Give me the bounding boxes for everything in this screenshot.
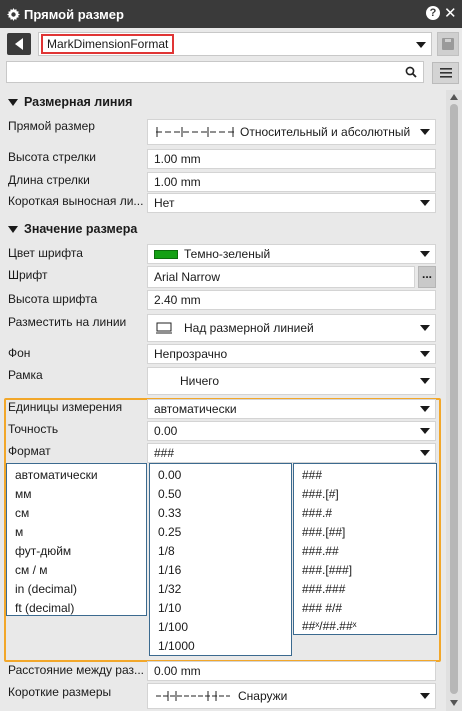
list-item[interactable]: 1/10	[158, 601, 181, 615]
list-item[interactable]: автоматически	[15, 468, 98, 482]
scroll-down-icon	[450, 700, 458, 706]
linear-dim-label: Прямой размер	[8, 119, 95, 133]
save-style-button[interactable]	[437, 32, 459, 56]
list-item[interactable]: фут-дюйм	[15, 544, 71, 558]
list-item[interactable]: м	[15, 525, 23, 539]
chevron-down-icon	[420, 351, 430, 357]
chevron-down-icon	[420, 406, 430, 412]
format-select[interactable]: ###	[147, 443, 436, 463]
search-input[interactable]	[6, 61, 424, 83]
list-item[interactable]: ###.[##]	[302, 525, 345, 539]
distance-input[interactable]: 0.00 mm	[147, 661, 436, 681]
list-item[interactable]: 0.00	[158, 468, 181, 482]
precision-label: Точность	[8, 422, 59, 436]
search-icon	[405, 66, 417, 78]
arrow-height-label: Высота стрелки	[8, 150, 96, 164]
arrow-left-icon	[15, 38, 23, 50]
menu-button[interactable]	[432, 62, 459, 84]
units-label: Единицы измерения	[8, 400, 123, 414]
style-selector[interactable]: MarkDimensionFormat	[38, 32, 432, 56]
chevron-down-icon	[420, 693, 430, 699]
color-swatch	[154, 249, 178, 259]
list-item[interactable]: ft (decimal)	[15, 601, 74, 615]
style-selector-value: MarkDimensionFormat	[41, 34, 175, 54]
short-extension-label: Короткая выносная ли...	[8, 194, 144, 208]
place-on-line-select[interactable]: Над размерной линией	[147, 314, 436, 342]
section-dimension-value[interactable]: Значение размера	[8, 222, 137, 236]
font-label: Шрифт	[8, 268, 48, 282]
short-dimension-icon	[156, 691, 230, 701]
list-item[interactable]: ### #/#	[302, 601, 342, 615]
chevron-down-icon	[420, 251, 430, 257]
precision-select[interactable]: 0.00	[147, 421, 436, 441]
units-list[interactable]: автоматически мм см м фут-дюйм см / м in…	[6, 463, 147, 616]
window-title: Прямой размер	[24, 6, 124, 22]
chevron-down-icon	[420, 450, 430, 456]
scroll-up-icon	[450, 94, 458, 100]
background-select[interactable]: Непрозрачно	[147, 344, 436, 364]
format-list[interactable]: ### ###.[#] ###.# ###.[##] ###.## ###.[#…	[293, 463, 437, 635]
scrollbar[interactable]	[446, 90, 462, 711]
font-input[interactable]: Arial Narrow	[147, 266, 415, 288]
list-item[interactable]: 1/1000	[158, 639, 195, 653]
font-color-label: Цвет шрифта	[8, 246, 83, 260]
list-item[interactable]: 0.33	[158, 506, 181, 520]
list-item[interactable]: ###.###	[302, 582, 345, 596]
section-dimension-line[interactable]: Размерная линия	[8, 95, 132, 109]
collapse-icon	[8, 98, 18, 106]
list-item[interactable]: см / м	[15, 563, 48, 577]
arrow-length-label: Длина стрелки	[8, 173, 90, 187]
place-on-line-label: Разместить на линии	[8, 315, 127, 329]
gear-icon[interactable]	[2, 7, 24, 21]
font-height-input[interactable]: 2.40 mm	[147, 290, 436, 310]
list-item[interactable]: ###.##	[302, 544, 339, 558]
chevron-down-icon	[420, 325, 430, 331]
collapse-icon	[8, 225, 18, 233]
list-item[interactable]: 1/16	[158, 563, 181, 577]
list-item[interactable]: 0.25	[158, 525, 181, 539]
dimension-style-icon	[156, 127, 234, 137]
short-dims-select[interactable]: Снаружи	[147, 683, 436, 709]
list-item[interactable]: см	[15, 506, 29, 520]
list-item[interactable]: ###.#	[302, 506, 332, 520]
list-item[interactable]: 1/100	[158, 620, 188, 634]
list-item[interactable]: in (decimal)	[15, 582, 77, 596]
list-item[interactable]: ###	[302, 468, 322, 482]
font-browse-button[interactable]: ...	[418, 266, 436, 288]
frame-label: Рамка	[8, 368, 43, 382]
list-item[interactable]: 1/32	[158, 582, 181, 596]
background-label: Фон	[8, 346, 31, 360]
font-height-label: Высота шрифта	[8, 292, 98, 306]
units-select[interactable]: автоматически	[147, 399, 436, 419]
scrollbar-thumb[interactable]	[450, 104, 458, 694]
arrow-length-input[interactable]: 1.00 mm	[147, 172, 436, 192]
back-button[interactable]	[7, 33, 31, 55]
chevron-down-icon	[420, 129, 430, 135]
text-above-line-icon	[156, 322, 172, 334]
short-extension-select[interactable]: Нет	[147, 193, 436, 213]
chevron-down-icon	[420, 378, 430, 384]
title-bar: Прямой размер ? ✕	[0, 0, 462, 28]
chevron-down-icon	[416, 42, 426, 48]
arrow-height-input[interactable]: 1.00 mm	[147, 149, 436, 169]
close-icon[interactable]: ✕	[444, 4, 457, 22]
linear-dim-select[interactable]: Относительный и абсолютный	[147, 119, 436, 145]
hamburger-icon	[439, 68, 452, 78]
list-item[interactable]: ###.[#]	[302, 487, 339, 501]
list-item[interactable]: ##ˣ/##.##ˣ	[302, 619, 357, 633]
font-color-select[interactable]: Темно-зеленый	[147, 244, 436, 264]
format-label: Формат	[8, 444, 51, 458]
save-icon	[442, 38, 454, 50]
short-dims-label: Короткие размеры	[8, 685, 112, 699]
precision-list[interactable]: 0.00 0.50 0.33 0.25 1/8 1/16 1/32 1/10 1…	[149, 463, 292, 656]
list-item[interactable]: мм	[15, 487, 32, 501]
chevron-down-icon	[420, 428, 430, 434]
help-icon[interactable]: ?	[426, 6, 440, 20]
chevron-down-icon	[420, 200, 430, 206]
list-item[interactable]: 1/8	[158, 544, 175, 558]
list-item[interactable]: 0.50	[158, 487, 181, 501]
list-item[interactable]: ###.[###]	[302, 563, 352, 577]
frame-select[interactable]: Ничего	[147, 367, 436, 395]
distance-label: Расстояние между раз...	[8, 663, 145, 677]
